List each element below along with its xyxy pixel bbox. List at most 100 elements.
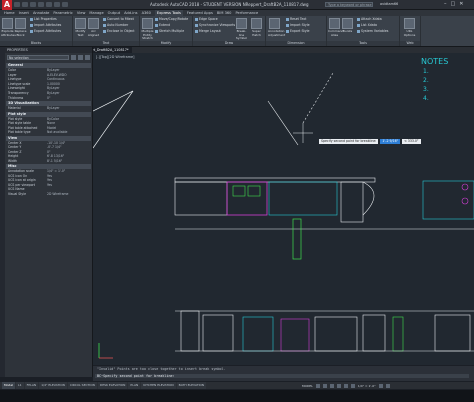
import-style-button[interactable]: Import Style: [286, 23, 310, 28]
bursts-button[interactable]: Bursts: [341, 18, 354, 34]
modify-text-button[interactable]: Modify Text: [74, 18, 87, 37]
property-row[interactable]: Material ByLayer: [6, 106, 91, 111]
modify-text-label: Modify Text: [75, 29, 86, 37]
property-row[interactable]: Visual Style 2D Wireframe: [6, 192, 91, 197]
group-label-tools[interactable]: Tools: [327, 41, 399, 46]
lineweight-icon[interactable]: [350, 383, 355, 388]
command-alias-icon: [329, 18, 340, 29]
list-xdata-button[interactable]: List Xdata: [357, 23, 377, 28]
move-copy-rotate-button[interactable]: Move/Copy/Rotate: [155, 17, 188, 22]
rubber-band-line: [267, 100, 299, 146]
distance-input[interactable]: 1'-2 9/16": [380, 139, 401, 144]
layout-tab[interactable]: PLAN: [128, 382, 141, 389]
replace-block-button[interactable]: Replace Block: [14, 18, 27, 37]
super-hatch-button[interactable]: Super Hatch: [250, 18, 263, 37]
undo-icon[interactable]: [54, 2, 60, 7]
toggle-pickadd-icon[interactable]: [71, 55, 76, 60]
snap-icon[interactable]: [322, 383, 327, 388]
property-value: 2D Wireframe: [47, 192, 69, 196]
autocad-logo-icon[interactable]: A: [2, 0, 12, 10]
break-line-symbol-button[interactable]: Break-line Symbol: [235, 18, 248, 41]
layout-tab[interactable]: KITCHEN ELEVATION: [141, 382, 176, 389]
property-value: ByLayer: [47, 106, 60, 110]
property-row[interactable]: Width 8'-1 5/16": [6, 159, 91, 164]
osnap-icon[interactable]: [343, 383, 348, 388]
user-account-menu[interactable]: avidtam66: [380, 2, 398, 6]
attach-xdata-button[interactable]: Attach Xdata: [357, 17, 382, 22]
customize-icon[interactable]: [385, 383, 390, 388]
save-icon[interactable]: [30, 2, 36, 7]
synchronize-viewports-button[interactable]: Synchronize Viewports: [195, 23, 235, 28]
viewport-controls[interactable]: [-][Top][2D Wireframe]: [96, 55, 134, 59]
export-attributes-button[interactable]: Export Attributes: [30, 29, 61, 34]
new-icon[interactable]: [14, 2, 20, 7]
maximize-icon[interactable]: □: [451, 1, 456, 7]
redo-icon[interactable]: [62, 2, 68, 7]
auto-number-button[interactable]: Auto Number: [103, 23, 128, 28]
minimize-icon[interactable]: –: [444, 1, 447, 7]
layout-tab[interactable]: BATH ELEVATION: [176, 382, 207, 389]
replace-block-icon: [15, 18, 26, 29]
url-options-label: URL Options: [403, 29, 416, 37]
layout-tab[interactable]: CIRCUL SECTION: [67, 382, 97, 389]
command-line[interactable]: "Invalid" Points are too close together …: [93, 366, 474, 381]
property-row[interactable]: Thickness 0": [6, 96, 91, 101]
property-row[interactable]: Plot table type Not available: [6, 130, 91, 135]
elev-cabinet-1: [180, 310, 200, 352]
arc-aligned-icon: [88, 18, 99, 29]
explode-attributes-button[interactable]: Explode Attributes: [1, 18, 16, 37]
annotation-scale[interactable]: 1/4" = 1'-0": [358, 384, 376, 388]
multiple-entity-stretch-label: Multiple Entity Stretch: [141, 29, 154, 40]
import-attributes-button[interactable]: Import Attributes: [30, 23, 61, 28]
open-icon[interactable]: [22, 2, 28, 7]
notes-list: 1. 2. 3. 4.: [423, 67, 429, 103]
multiple-entity-stretch-button[interactable]: Multiple Entity Stretch: [141, 18, 154, 41]
properties-toolbar: [71, 55, 90, 60]
ortho-icon[interactable]: [329, 383, 334, 388]
export-style-button[interactable]: Export Style: [286, 29, 309, 34]
layout-tab-model[interactable]: Model: [2, 382, 16, 389]
group-label-dimension[interactable]: Dimension: [266, 41, 326, 46]
quick-select-icon[interactable]: [85, 55, 90, 60]
close-icon[interactable]: ✕: [459, 1, 463, 7]
selection-dropdown[interactable]: No selection: [7, 55, 69, 60]
edge-space-button[interactable]: Edge Space: [195, 17, 218, 22]
extend-button[interactable]: Extend: [155, 23, 170, 28]
ribbon-group-draw: Edge Space Synchronize Viewports Merge L…: [193, 16, 266, 46]
drawing-canvas[interactable]: [-][Top][2D Wireframe] NOTES 1. 2. 3. 4.…: [93, 53, 474, 365]
url-options-button[interactable]: URL Options: [403, 18, 416, 37]
annotation-adjustment-button[interactable]: Annotation Adjustment: [268, 18, 285, 37]
ribbon-group-dimension: Annotation Adjustment Reset Text Import …: [266, 16, 327, 46]
group-label-draw[interactable]: Draw: [193, 41, 265, 46]
select-objects-icon[interactable]: [78, 55, 83, 60]
search-input[interactable]: Type a keyword or phrase: [325, 2, 373, 7]
save-as-icon[interactable]: [38, 2, 44, 7]
layout-tab[interactable]: L1: [16, 382, 24, 389]
model-space-toggle[interactable]: MODEL: [302, 384, 313, 388]
bursts-icon: [342, 18, 353, 29]
layout-tab[interactable]: FPLAN: [24, 382, 39, 389]
stretch-multiple-button[interactable]: Stretch Multiple: [155, 29, 184, 34]
system-variables-button[interactable]: System Variables: [357, 29, 388, 34]
layout-tab[interactable]: 1/4" ELEVATION: [39, 382, 67, 389]
palette-title-strip[interactable]: [0, 47, 5, 377]
group-label-modify[interactable]: Modify: [140, 41, 192, 46]
command-alias-button[interactable]: Command Alias: [328, 18, 343, 37]
grid-icon[interactable]: [315, 383, 320, 388]
arc-aligned-button[interactable]: Arc Aligned: [87, 18, 100, 37]
group-label-web[interactable]: Web: [400, 41, 420, 46]
angle-input[interactable]: < 333.0°: [402, 139, 421, 144]
layout-tab[interactable]: DESK ELEVATION: [97, 382, 128, 389]
workspace-icon[interactable]: [378, 383, 383, 388]
reset-text-button[interactable]: Reset Text: [286, 17, 306, 22]
list-properties-button[interactable]: List Properties: [30, 17, 57, 22]
enclose-in-object-button[interactable]: Enclose in Object: [103, 29, 135, 34]
plot-icon[interactable]: [46, 2, 52, 7]
merge-layout-button[interactable]: Merge Layout: [195, 29, 221, 34]
polar-icon[interactable]: [336, 383, 341, 388]
command-input[interactable]: BC~Specify second point for breakline:: [95, 374, 469, 378]
group-label-blocks[interactable]: Blocks: [0, 41, 72, 46]
cabinet-far-right: [422, 180, 474, 220]
group-label-text[interactable]: Text: [73, 41, 139, 46]
convert-to-mtext-button[interactable]: Convert to Mtext: [103, 17, 134, 22]
